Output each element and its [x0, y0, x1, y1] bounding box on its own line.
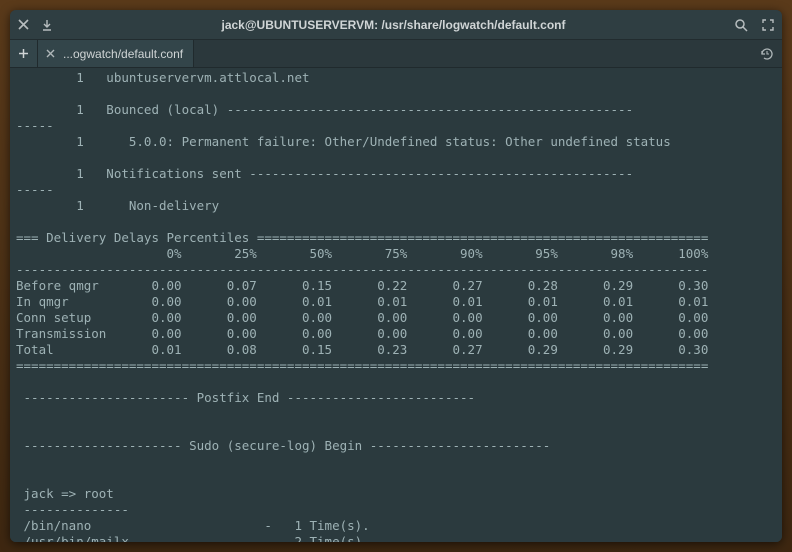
download-icon[interactable] [41, 19, 53, 31]
terminal-window: jack@UBUNTUSERVERVM: /usr/share/logwatch… [10, 10, 782, 542]
tab-bar: ...ogwatch/default.conf [10, 40, 782, 68]
history-icon[interactable] [752, 40, 782, 67]
terminal-text: 1 ubuntuservervm.attlocal.net 1 Bounced … [16, 70, 708, 542]
titlebar: jack@UBUNTUSERVERVM: /usr/share/logwatch… [10, 10, 782, 40]
window-title: jack@UBUNTUSERVERVM: /usr/share/logwatch… [53, 18, 734, 32]
new-tab-button[interactable] [10, 40, 38, 67]
tab-close-icon[interactable] [46, 49, 55, 58]
search-icon[interactable] [734, 18, 748, 32]
tab-label: ...ogwatch/default.conf [63, 47, 183, 61]
tab-default-conf[interactable]: ...ogwatch/default.conf [38, 40, 194, 67]
close-icon[interactable] [18, 19, 29, 30]
fullscreen-icon[interactable] [762, 19, 774, 31]
terminal-output[interactable]: 1 ubuntuservervm.attlocal.net 1 Bounced … [10, 68, 782, 542]
